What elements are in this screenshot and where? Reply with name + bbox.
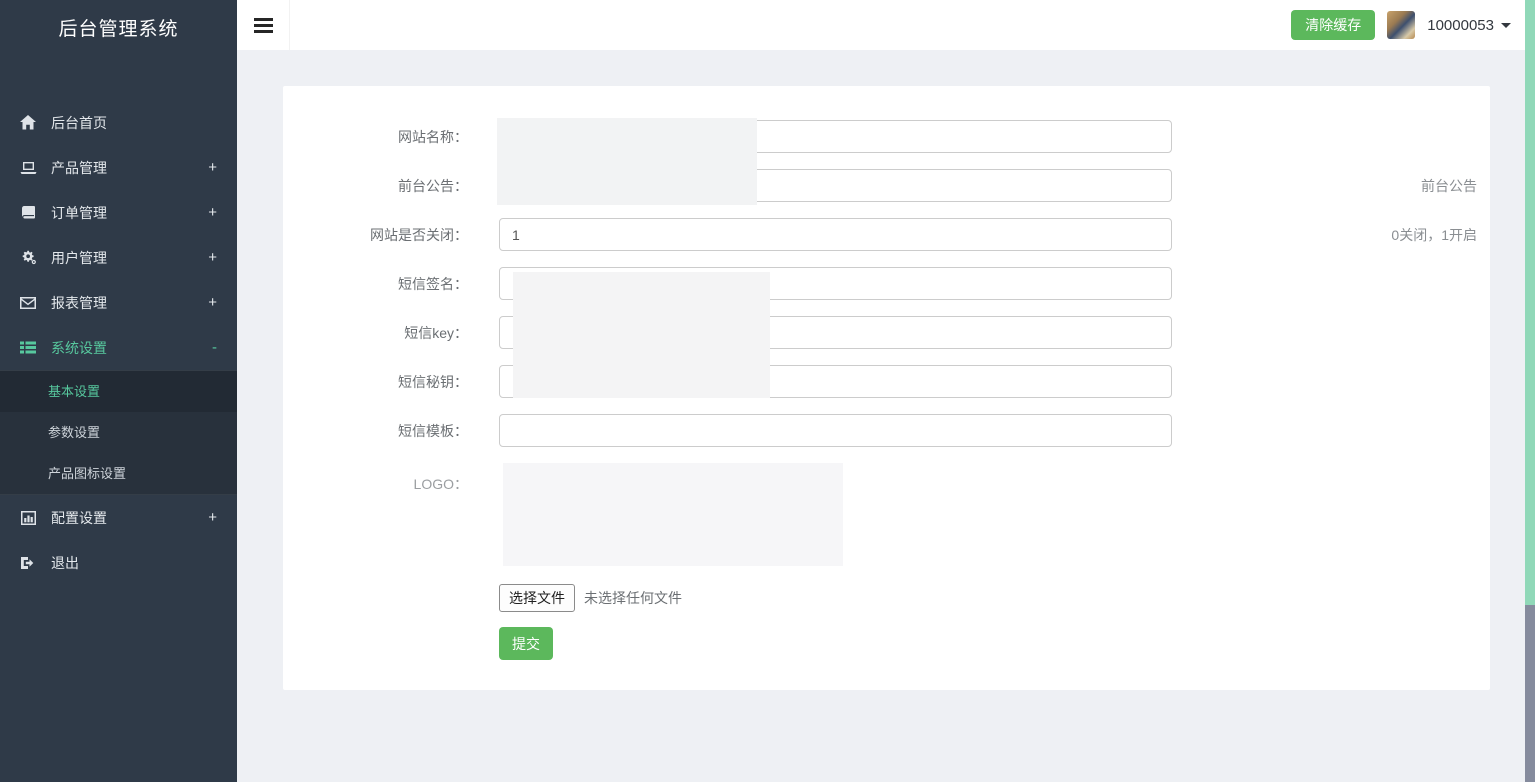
chevron-down-icon bbox=[1501, 23, 1511, 28]
user-avatar[interactable] bbox=[1387, 11, 1415, 39]
header-right-cluster: 清除缓存 10000053 bbox=[1291, 0, 1511, 50]
clear-cache-button[interactable]: 清除缓存 bbox=[1291, 10, 1375, 40]
sidebar-item-label: 配置设置 bbox=[51, 508, 208, 528]
page-scrollbar[interactable] bbox=[1525, 0, 1535, 782]
list-icon bbox=[18, 340, 38, 356]
choose-file-button[interactable]: 选择文件 bbox=[499, 584, 575, 612]
site-name-label: 网站名称： bbox=[283, 127, 468, 147]
submenu-item-basic-settings[interactable]: 基本设置 bbox=[0, 371, 237, 412]
sidebar-menu: 后台首页 产品管理 + 订单管理 + 用户管理 bbox=[0, 100, 237, 585]
cogs-icon bbox=[18, 250, 38, 266]
scrollbar-thumb[interactable] bbox=[1525, 605, 1535, 782]
collapse-minus[interactable]: - bbox=[212, 339, 217, 356]
scrollbar-track[interactable] bbox=[1525, 0, 1535, 605]
front-notice-label: 前台公告： bbox=[283, 176, 468, 196]
username-text: 10000053 bbox=[1427, 17, 1494, 34]
form-row-sms-signature: 短信签名： bbox=[283, 267, 1490, 300]
sms-signature-label: 短信签名： bbox=[283, 274, 468, 294]
site-closed-label: 网站是否关闭： bbox=[283, 225, 468, 245]
expand-plus[interactable]: + bbox=[208, 509, 217, 526]
expand-plus[interactable]: + bbox=[208, 204, 217, 221]
sidebar-toggle-button[interactable] bbox=[237, 0, 290, 50]
sidebar-item-label: 退出 bbox=[51, 553, 217, 573]
sidebar-item-label: 报表管理 bbox=[51, 293, 208, 313]
form-row-sms-key: 短信key： bbox=[283, 316, 1490, 349]
sms-template-label: 短信模板： bbox=[283, 421, 468, 441]
sidebar-item-label: 产品管理 bbox=[51, 158, 208, 178]
expand-plus[interactable]: + bbox=[208, 159, 217, 176]
basic-settings-form-card: 网站名称： 前台公告： 前台公告 网站是否关闭： 0关闭，1开启 短信签名： 短… bbox=[283, 86, 1490, 690]
site-closed-hint: 0关闭，1开启 bbox=[1391, 225, 1477, 245]
sidebar-item-products[interactable]: 产品管理 + bbox=[0, 145, 237, 190]
logo-file-row: 选择文件 未选择任何文件 bbox=[499, 585, 682, 611]
sms-secret-label: 短信秘钥： bbox=[283, 372, 468, 392]
app-title: 后台管理系统 bbox=[0, 0, 237, 60]
expand-plus[interactable]: + bbox=[208, 294, 217, 311]
sidebar: 后台管理系统 后台首页 产品管理 + 订单管理 + bbox=[0, 0, 237, 782]
submenu-item-parameter-settings[interactable]: 参数设置 bbox=[0, 412, 237, 453]
book-icon bbox=[18, 205, 38, 221]
form-row-sms-template: 短信模板： bbox=[283, 414, 1490, 447]
form-row-sms-secret: 短信秘钥： bbox=[283, 365, 1490, 398]
home-icon bbox=[18, 115, 38, 131]
sidebar-item-system-settings[interactable]: 系统设置 - bbox=[0, 325, 237, 370]
sidebar-item-orders[interactable]: 订单管理 + bbox=[0, 190, 237, 235]
system-settings-submenu: 基本设置 参数设置 产品图标设置 bbox=[0, 370, 237, 495]
sidebar-item-logout[interactable]: 退出 bbox=[0, 540, 237, 585]
form-row-site-name: 网站名称： bbox=[283, 120, 1490, 153]
sidebar-item-label: 用户管理 bbox=[51, 248, 208, 268]
submenu-item-product-icon-settings[interactable]: 产品图标设置 bbox=[0, 453, 237, 494]
main-content: 网站名称： 前台公告： 前台公告 网站是否关闭： 0关闭，1开启 短信签名： 短… bbox=[237, 50, 1535, 782]
user-menu[interactable]: 10000053 bbox=[1427, 17, 1511, 34]
menu-bars-icon bbox=[254, 18, 273, 21]
sms-template-input[interactable] bbox=[499, 414, 1172, 447]
sidebar-item-label: 订单管理 bbox=[51, 203, 208, 223]
logo-preview-image bbox=[503, 463, 843, 566]
laptop-icon bbox=[18, 160, 38, 176]
sidebar-item-reports[interactable]: 报表管理 + bbox=[0, 280, 237, 325]
top-header: 清除缓存 10000053 bbox=[237, 0, 1535, 50]
form-row-front-notice: 前台公告： 前台公告 bbox=[283, 169, 1490, 202]
redacted-region bbox=[497, 118, 757, 205]
front-notice-hint: 前台公告 bbox=[1421, 176, 1477, 196]
site-closed-input[interactable] bbox=[499, 218, 1172, 251]
sidebar-item-label: 后台首页 bbox=[51, 113, 217, 133]
sidebar-item-users[interactable]: 用户管理 + bbox=[0, 235, 237, 280]
expand-plus[interactable]: + bbox=[208, 249, 217, 266]
logo-label: LOGO： bbox=[283, 474, 468, 494]
sidebar-item-config[interactable]: 配置设置 + bbox=[0, 495, 237, 540]
sidebar-item-home[interactable]: 后台首页 bbox=[0, 100, 237, 145]
sms-key-label: 短信key： bbox=[283, 323, 468, 343]
file-status-text: 未选择任何文件 bbox=[584, 588, 682, 608]
form-row-site-closed: 网站是否关闭： 0关闭，1开启 bbox=[283, 218, 1490, 251]
submit-button[interactable]: 提交 bbox=[499, 627, 553, 660]
envelope-icon bbox=[18, 295, 38, 311]
sign-out-icon bbox=[18, 555, 38, 571]
bar-chart-icon bbox=[18, 510, 38, 526]
redacted-region bbox=[513, 272, 770, 398]
sidebar-item-label: 系统设置 bbox=[51, 338, 212, 358]
